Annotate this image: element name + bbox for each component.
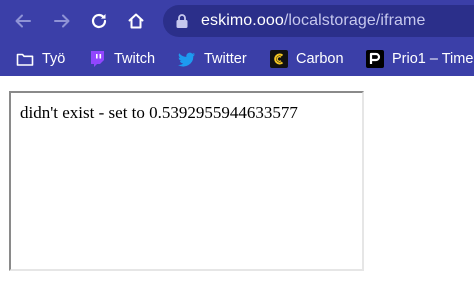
reload-icon [91, 13, 107, 29]
url-text[interactable]: eskimo.ooo/localstorage/iframe [201, 12, 425, 30]
bookmark-carbon[interactable]: Carbon [270, 49, 344, 69]
folder-icon [16, 50, 34, 68]
reload-button[interactable] [87, 9, 111, 33]
twitter-icon [178, 50, 196, 68]
bookmark-twitter[interactable]: Twitter [178, 49, 247, 69]
home-icon [128, 13, 144, 29]
bookmark-tyo[interactable]: Työ [16, 49, 65, 69]
localstorage-message: didn't exist - set to 0.5392955944633577 [20, 103, 298, 122]
bookmark-label: Twitch [114, 51, 156, 67]
bookmark-prio1[interactable]: Prio1 – Time [366, 49, 473, 69]
bookmark-label: Carbon [296, 51, 344, 67]
bookmark-label: Prio1 – Time [392, 51, 474, 67]
prio1-icon [366, 50, 384, 68]
bookmarks-bar: Työ Twitch Twitter Carbon Prio1 – Time [0, 42, 474, 76]
back-button[interactable] [11, 9, 35, 33]
embedded-iframe: didn't exist - set to 0.5392955944633577 [9, 91, 364, 271]
bookmark-label: Työ [42, 51, 66, 67]
home-button[interactable] [124, 9, 148, 33]
browser-toolbar: eskimo.ooo/localstorage/iframe [0, 0, 474, 42]
arrow-right-icon [54, 14, 70, 28]
url-path: /localstorage/iframe [283, 12, 426, 29]
lock-icon[interactable] [175, 13, 189, 29]
carbon-icon [270, 50, 288, 68]
address-bar[interactable]: eskimo.ooo/localstorage/iframe [163, 5, 474, 37]
twitch-icon [88, 50, 106, 68]
bookmark-label: Twitter [204, 51, 247, 67]
bookmark-twitch[interactable]: Twitch [88, 49, 155, 69]
page-content: didn't exist - set to 0.5392955944633577 [0, 76, 474, 287]
arrow-left-icon [15, 14, 31, 28]
url-host: eskimo.ooo [201, 12, 284, 29]
forward-button[interactable] [50, 9, 74, 33]
